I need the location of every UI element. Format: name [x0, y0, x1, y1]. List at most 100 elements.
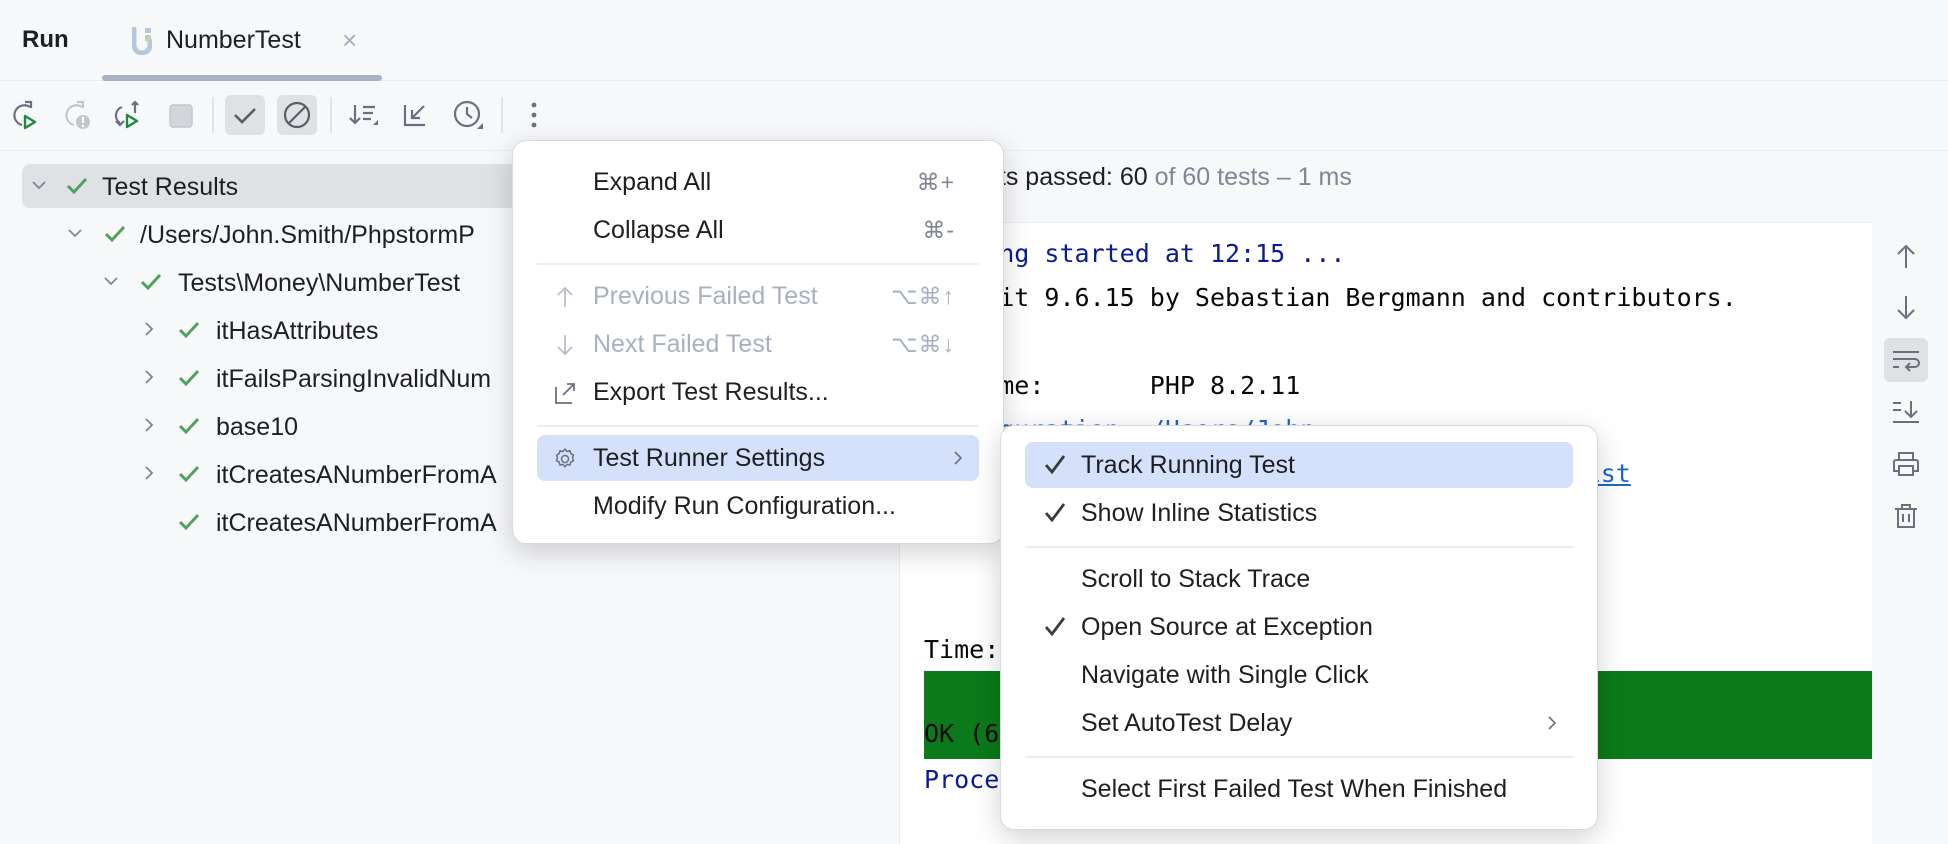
menu-item-label: Export Test Results... — [593, 378, 829, 406]
console-line: OK (6 — [924, 719, 1000, 748]
submenu-item-select-first-failed-test[interactable]: Select First Failed Test When Finished — [1025, 766, 1573, 812]
checkmark-icon — [1044, 455, 1066, 475]
passed-check-icon — [178, 465, 200, 483]
submenu-item-set-autotest-delay[interactable]: Set AutoTest Delay — [1025, 700, 1573, 746]
scroll-to-end-button[interactable] — [1884, 390, 1928, 434]
import-tests-button[interactable] — [396, 95, 436, 135]
toolbar-separator — [501, 97, 503, 133]
rerun-button[interactable] — [4, 95, 44, 135]
menu-item-label: Next Failed Test — [593, 330, 772, 358]
tree-node-label: itFailsParsingInvalidNum — [216, 365, 492, 393]
menu-item-expand-all[interactable]: Expand All ⌘+ — [537, 159, 979, 205]
status-passed-count: 60 — [1119, 163, 1148, 191]
menu-item-label: Set AutoTest Delay — [1081, 709, 1293, 737]
chevron-right-icon[interactable] — [140, 320, 158, 338]
passed-check-icon — [178, 321, 200, 339]
scroll-up-button[interactable] — [1884, 234, 1928, 278]
menu-item-label: Previous Failed Test — [593, 282, 818, 310]
test-history-button[interactable] — [448, 95, 488, 135]
passed-check-icon — [104, 225, 126, 243]
rerun-failed-button[interactable] — [56, 95, 96, 135]
submenu-item-show-inline-statistics[interactable]: Show Inline Statistics — [1025, 490, 1573, 536]
toggle-auto-test-button[interactable] — [108, 95, 148, 135]
ignored-icon — [283, 101, 311, 129]
menu-item-label: Show Inline Statistics — [1081, 499, 1318, 527]
menu-item-collapse-all[interactable]: Collapse All ⌘- — [537, 207, 979, 253]
menu-separator — [1025, 546, 1573, 548]
console-line: Time: — [924, 635, 1000, 664]
console-side-toolbar — [1872, 222, 1948, 844]
menu-item-next-failed-test[interactable]: Next Failed Test ⌥⌘↓ — [537, 321, 979, 367]
show-passed-button[interactable] — [225, 95, 265, 135]
tool-window-header: Run NumberTest × — [0, 0, 1948, 81]
check-icon — [234, 108, 256, 124]
submenu-item-scroll-to-stack-trace[interactable]: Scroll to Stack Trace — [1025, 556, 1573, 602]
status-total: of 60 tests – 1 ms — [1147, 163, 1352, 191]
more-options-button[interactable] — [514, 95, 554, 135]
menu-separator — [537, 263, 979, 265]
more-options-menu: Expand All ⌘+ Collapse All ⌘- Previous F… — [512, 140, 1004, 544]
rerun-icon — [13, 100, 37, 130]
menu-item-label: Open Source at Exception — [1081, 613, 1373, 641]
checkmark-icon — [1044, 503, 1066, 523]
passed-check-icon — [178, 513, 200, 531]
chevron-down-icon[interactable] — [66, 224, 84, 242]
rerun-failed-icon — [65, 100, 90, 129]
passed-check-icon — [66, 177, 88, 195]
show-ignored-button[interactable] — [277, 95, 317, 135]
menu-item-test-runner-settings[interactable]: Test Runner Settings — [537, 435, 979, 481]
export-icon — [555, 383, 575, 404]
chevron-right-icon[interactable] — [140, 368, 158, 386]
tree-node-label: itHasAttributes — [216, 317, 379, 345]
menu-item-label: Navigate with Single Click — [1081, 661, 1369, 689]
tab-numbertest[interactable]: NumberTest × — [102, 0, 382, 81]
menu-item-shortcut: ⌥⌘↓ — [890, 331, 955, 357]
toolbar-separator — [212, 97, 214, 133]
tree-node-label: Tests\Money\NumberTest — [178, 269, 461, 297]
print-button[interactable] — [1884, 442, 1928, 486]
menu-item-label: Expand All — [593, 168, 712, 196]
menu-item-previous-failed-test[interactable]: Previous Failed Test ⌥⌘↑ — [537, 273, 979, 319]
menu-item-shortcut: ⌥⌘↑ — [890, 283, 955, 309]
tab-label: NumberTest — [166, 26, 301, 54]
menu-item-label: Scroll to Stack Trace — [1081, 565, 1311, 593]
console-line: PHPUnit 9.6.15 by Sebastian Bergmann and… — [924, 283, 1737, 312]
test-status-summary: Tests passed: 60 of 60 tests – 1 ms — [960, 163, 1352, 192]
passed-check-icon — [178, 369, 200, 387]
auto-test-icon — [114, 100, 139, 129]
sort-button[interactable] — [344, 95, 384, 135]
tree-node-label: Test Results — [102, 173, 239, 201]
chevron-right-icon — [954, 451, 963, 465]
scroll-to-end-icon — [1893, 401, 1919, 423]
menu-item-export-test-results[interactable]: Export Test Results... — [537, 369, 979, 415]
stop-button[interactable] — [160, 95, 200, 135]
close-icon[interactable]: × — [342, 27, 357, 53]
sort-icon — [349, 105, 378, 125]
submenu-item-navigate-with-single-click[interactable]: Navigate with Single Click — [1025, 652, 1573, 698]
checkmark-icon — [1044, 617, 1066, 637]
trash-icon — [1895, 504, 1917, 528]
clear-all-button[interactable] — [1884, 494, 1928, 538]
arrow-down-icon — [1897, 296, 1915, 320]
toolbar-separator — [330, 97, 332, 133]
console-line: Proce — [924, 765, 1000, 794]
tree-node-label: /Users/John.Smith/PhpstormP — [140, 221, 475, 249]
submenu-item-open-source-at-exception[interactable]: Open Source at Exception — [1025, 604, 1573, 650]
tree-node-label: itCreatesANumberFromA — [216, 461, 497, 489]
chevron-right-icon — [1548, 716, 1557, 730]
scroll-down-button[interactable] — [1884, 286, 1928, 330]
submenu-item-track-running-test[interactable]: Track Running Test — [1025, 442, 1573, 488]
chevron-right-icon[interactable] — [140, 464, 158, 482]
soft-wrap-icon — [1893, 351, 1920, 372]
stop-icon — [169, 104, 193, 128]
soft-wrap-button[interactable] — [1884, 338, 1928, 382]
chevron-down-icon[interactable] — [30, 176, 48, 194]
chevron-down-icon[interactable] — [102, 272, 120, 290]
more-vertical-icon — [531, 102, 537, 128]
menu-item-label: Collapse All — [593, 216, 724, 244]
arrow-up-icon — [1897, 244, 1915, 268]
chevron-right-icon[interactable] — [140, 416, 158, 434]
phpunit-icon — [131, 26, 153, 56]
menu-item-modify-run-configuration[interactable]: Modify Run Configuration... — [537, 483, 979, 529]
menu-item-label: Test Runner Settings — [593, 444, 826, 472]
